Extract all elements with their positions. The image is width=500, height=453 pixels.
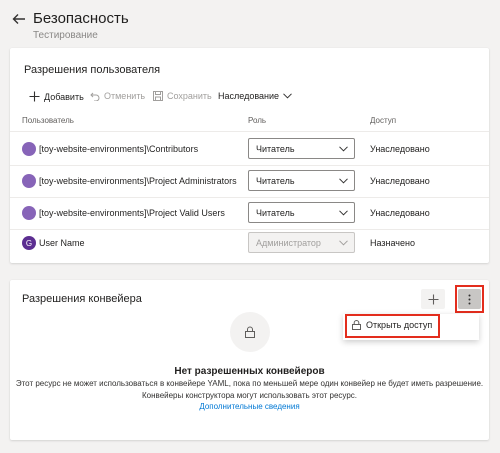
role-value: Читатель: [256, 207, 295, 218]
user-name: User Name: [39, 238, 85, 248]
plus-icon: [428, 294, 438, 304]
chevron-down-icon: [339, 177, 348, 184]
undo-button[interactable]: Отменить: [90, 91, 145, 101]
column-header-user: Пользователь: [22, 116, 74, 125]
row-divider: [10, 197, 489, 198]
chevron-down-icon: [339, 209, 348, 216]
role-value: Читатель: [256, 175, 295, 186]
access-value: Унаследовано: [370, 144, 430, 154]
chevron-down-icon: [283, 93, 292, 99]
user-name: [toy-website-environments]\Contributors: [39, 144, 199, 154]
access-value: Назначено: [370, 238, 415, 248]
save-icon: [153, 91, 163, 101]
lock-icon: [352, 320, 361, 330]
learn-more-link[interactable]: Дополнительные сведения: [10, 402, 489, 411]
chevron-down-icon: [339, 239, 348, 246]
user-name: [toy-website-environments]\Project Admin…: [39, 176, 237, 186]
column-header-role: Роль: [248, 116, 267, 125]
table-row-user: [toy-website-environments]\Project Admin…: [22, 174, 237, 188]
group-icon: [22, 142, 36, 156]
add-button-label: Добавить: [44, 91, 84, 102]
page-subtitle: Тестирование: [33, 30, 98, 41]
lock-icon: [245, 326, 255, 338]
plus-icon: [29, 91, 40, 102]
role-select[interactable]: Читатель: [248, 138, 355, 159]
table-row-user: G User Name: [22, 236, 85, 250]
save-button-label: Сохранить: [167, 91, 212, 101]
open-access-menu-item[interactable]: Открыть доступ: [352, 320, 432, 330]
empty-state-illustration: [230, 312, 270, 352]
inheritance-dropdown[interactable]: Наследование: [218, 91, 296, 101]
access-value: Унаследовано: [370, 208, 430, 218]
table-row-user: [toy-website-environments]\Contributors: [22, 142, 198, 156]
add-button[interactable]: Добавить: [29, 91, 84, 102]
table-header-divider: [10, 131, 489, 132]
row-divider: [10, 229, 489, 230]
avatar: G: [22, 236, 36, 250]
empty-state-text-2: Конвейеры конструктора могут использоват…: [142, 391, 357, 400]
save-button[interactable]: Сохранить: [153, 91, 212, 101]
column-header-access: Доступ: [370, 116, 397, 125]
more-vertical-icon: [468, 294, 471, 304]
role-value: Читатель: [256, 143, 295, 154]
user-name: [toy-website-environments]\Project Valid…: [39, 208, 225, 218]
back-arrow-icon[interactable]: [10, 10, 28, 28]
row-divider: [10, 165, 489, 166]
group-icon: [22, 174, 36, 188]
role-select[interactable]: Читатель: [248, 170, 355, 191]
access-value: Унаследовано: [370, 176, 430, 186]
role-select[interactable]: Читатель: [248, 202, 355, 223]
empty-state-text: Этот ресурс не может использоваться в ко…: [15, 379, 484, 388]
page-title: Безопасность: [33, 10, 129, 27]
add-pipeline-button[interactable]: [421, 289, 445, 309]
empty-state-title: Нет разрешенных конвейеров: [174, 366, 325, 377]
role-select-disabled: Администратор: [248, 232, 355, 253]
undo-button-label: Отменить: [104, 91, 146, 101]
undo-icon: [90, 92, 100, 101]
open-access-label: Открыть доступ: [366, 320, 433, 330]
user-permissions-title: Разрешения пользователя: [24, 64, 161, 76]
pipeline-permissions-title: Разрешения конвейера: [22, 293, 142, 305]
more-options-button[interactable]: [458, 289, 481, 309]
inheritance-label: Наследование: [218, 91, 280, 101]
role-value: Администратор: [256, 237, 321, 248]
table-row-user: [toy-website-environments]\Project Valid…: [22, 206, 225, 220]
group-icon: [22, 206, 36, 220]
chevron-down-icon: [339, 145, 348, 152]
